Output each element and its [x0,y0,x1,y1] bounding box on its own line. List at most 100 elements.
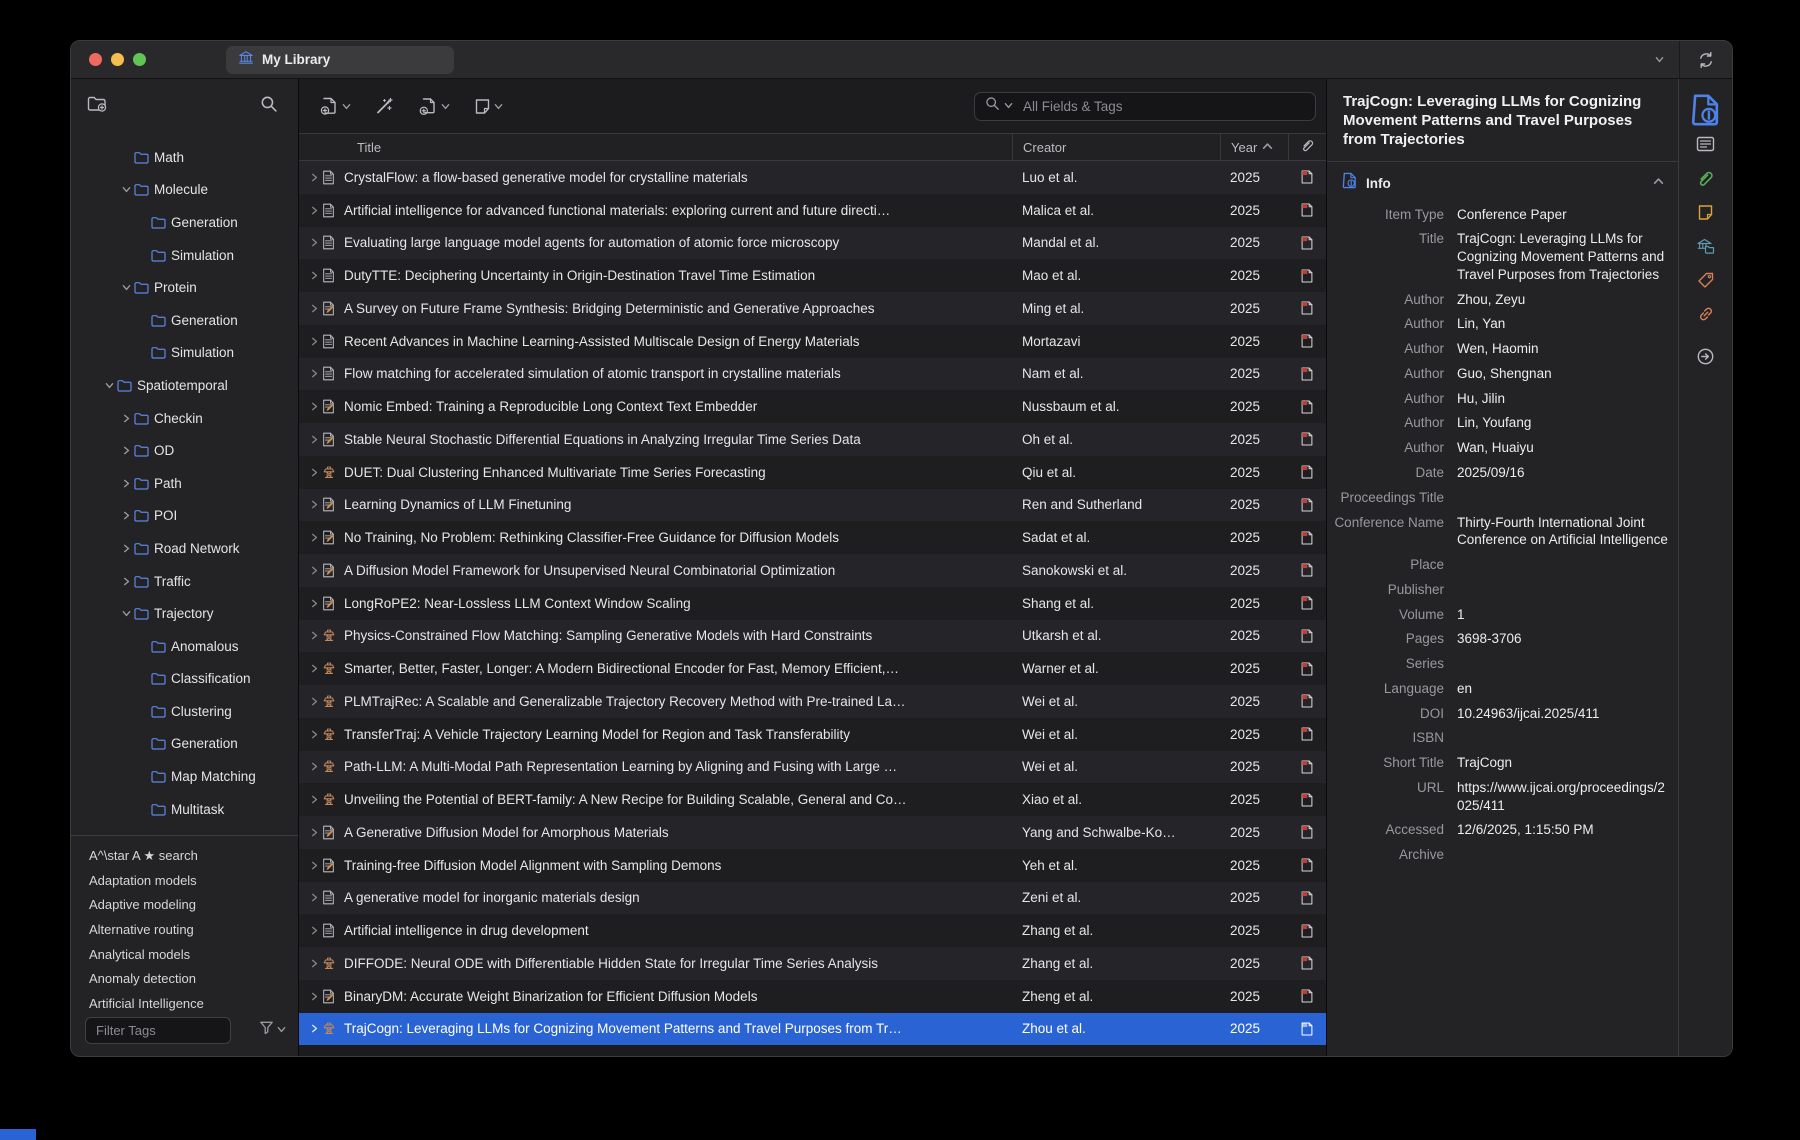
expand-chevron-icon[interactable] [306,304,322,313]
collection-item-od[interactable]: OD [71,434,298,467]
table-row[interactable]: A generative model for inorganic materia… [299,882,1326,915]
collection-item-road-network[interactable]: Road Network [71,532,298,565]
column-header-attachment[interactable] [1288,134,1326,160]
collection-item-clustering[interactable]: Clustering [71,695,298,728]
collection-item-anomalous[interactable]: Anomalous [71,630,298,663]
field-value[interactable]: TrajCogn: Leveraging LLMs for Cognizing … [1457,230,1670,283]
new-item-button[interactable] [313,91,358,121]
tag-filter-chevron-icon[interactable] [277,1021,286,1039]
expand-chevron-icon[interactable] [306,795,322,804]
collection-item-spatiotemporal[interactable]: Spatiotemporal [71,369,298,402]
field-value[interactable]: Lin, Youfang [1457,414,1670,432]
tag-item[interactable]: Adaptation models [89,868,298,893]
field-value[interactable] [1457,489,1670,507]
table-row[interactable]: PLMTrajRec: A Scalable and Generalizable… [299,685,1326,718]
tree-expand-chevron-icon[interactable] [118,544,134,553]
collection-search-icon[interactable] [260,95,278,118]
table-row[interactable]: A Diffusion Model Framework for Unsuperv… [299,554,1326,587]
attachments-pane-icon[interactable] [1679,161,1732,195]
tag-item[interactable]: Anomaly detection [89,966,298,991]
table-row[interactable]: LongRoPE2: Near-Lossless LLM Context Win… [299,587,1326,620]
table-row[interactable]: Physics-Constrained Flow Matching: Sampl… [299,620,1326,653]
expand-chevron-icon[interactable] [306,173,322,182]
tree-expand-chevron-icon[interactable] [118,577,134,586]
collection-item-simulation[interactable]: Simulation [71,239,298,272]
zoom-button[interactable] [133,53,146,66]
new-note-button[interactable] [467,92,510,121]
collection-item-poi[interactable]: POI [71,500,298,533]
expand-chevron-icon[interactable] [306,959,322,968]
field-value[interactable]: 3698-3706 [1457,630,1670,648]
collection-item-checkin[interactable]: Checkin [71,402,298,435]
expand-chevron-icon[interactable] [306,697,322,706]
expand-chevron-icon[interactable] [306,599,322,608]
table-row[interactable]: Artificial intelligence for advanced fun… [299,194,1326,227]
field-value[interactable]: Hu, Jilin [1457,390,1670,408]
field-value[interactable]: en [1457,680,1670,698]
collection-item-molecule[interactable]: Molecule [71,174,298,207]
collection-item-generation[interactable]: Generation [71,304,298,337]
table-row-selected[interactable]: TrajCogn: Leveraging LLMs for Cognizing … [299,1013,1326,1046]
info-section-header[interactable]: Info [1327,162,1678,202]
expand-chevron-icon[interactable] [306,1024,322,1033]
tags-pane-icon[interactable] [1679,263,1732,297]
table-row[interactable]: Nomic Embed: Training a Reproducible Lon… [299,390,1326,423]
collection-item-trajectory[interactable]: Trajectory [71,597,298,630]
field-value[interactable]: Guo, Shengnan [1457,365,1670,383]
tree-collapse-chevron-icon[interactable] [118,283,134,292]
expand-chevron-icon[interactable] [306,468,322,477]
field-value[interactable]: 12/6/2025, 1:15:50 PM [1457,821,1670,839]
collection-item-math[interactable]: Math [71,141,298,174]
related-pane-icon[interactable] [1679,297,1732,331]
table-row[interactable]: A Generative Diffusion Model for Amorpho… [299,816,1326,849]
collection-item-traffic[interactable]: Traffic [71,565,298,598]
expand-chevron-icon[interactable] [306,631,322,640]
filter-tags-input[interactable] [85,1017,231,1044]
search-scope-chevron-icon[interactable] [1004,97,1013,115]
expand-chevron-icon[interactable] [306,206,322,215]
table-row[interactable]: Learning Dynamics of LLM FinetuningRen a… [299,489,1326,522]
tree-expand-chevron-icon[interactable] [118,414,134,423]
tree-expand-chevron-icon[interactable] [118,511,134,520]
abstract-pane-icon[interactable] [1679,127,1732,161]
tag-filter-funnel-icon[interactable] [259,1020,274,1040]
new-collection-icon[interactable] [87,95,107,117]
field-value[interactable] [1457,655,1670,673]
expand-chevron-icon[interactable] [306,435,322,444]
collection-item-generation[interactable]: Generation [71,206,298,239]
expand-chevron-icon[interactable] [306,926,322,935]
field-value[interactable]: Conference Paper [1457,206,1670,224]
table-row[interactable]: DIFFODE: Neural ODE with Differentiable … [299,947,1326,980]
table-row[interactable]: Smarter, Better, Faster, Longer: A Moder… [299,652,1326,685]
expand-chevron-icon[interactable] [306,828,322,837]
field-value[interactable] [1457,846,1670,864]
field-value[interactable]: 1 [1457,606,1670,624]
field-value[interactable]: Thirty-Fourth International Joint Confer… [1457,514,1670,550]
collection-item-map-matching[interactable]: Map Matching [71,760,298,793]
field-value[interactable]: Zhou, Zeyu [1457,291,1670,309]
search-input[interactable] [1023,99,1305,114]
expand-chevron-icon[interactable] [306,500,322,509]
tree-expand-chevron-icon[interactable] [118,479,134,488]
tag-item[interactable]: A^\star A ★ search [89,843,298,868]
collapse-section-icon[interactable] [1653,174,1664,192]
collection-item-protein[interactable]: Protein [71,271,298,304]
table-row[interactable]: TransferTraj: A Vehicle Trajectory Learn… [299,718,1326,751]
quick-search[interactable] [974,92,1316,121]
field-value[interactable]: 10.24963/ijcai.2025/411 [1457,705,1670,723]
collection-item-multitask[interactable]: Multitask [71,793,298,826]
column-header-title[interactable]: Title [299,134,1012,160]
table-row[interactable]: Unveiling the Potential of BERT-family: … [299,783,1326,816]
library-tab[interactable]: My Library [226,46,454,74]
table-row[interactable]: Flow matching for accelerated simulation… [299,358,1326,391]
notes-pane-icon[interactable] [1679,195,1732,229]
table-row[interactable]: A Survey on Future Frame Synthesis: Brid… [299,292,1326,325]
info-pane-icon[interactable] [1679,93,1732,127]
field-value[interactable] [1457,556,1670,574]
table-row[interactable]: CrystalFlow: a flow-based generative mod… [299,161,1326,194]
field-value[interactable]: 2025/09/16 [1457,464,1670,482]
table-row[interactable]: DUET: Dual Clustering Enhanced Multivari… [299,456,1326,489]
field-value[interactable]: Wen, Haomin [1457,340,1670,358]
collection-item-generation[interactable]: Generation [71,728,298,761]
tree-expand-chevron-icon[interactable] [118,446,134,455]
